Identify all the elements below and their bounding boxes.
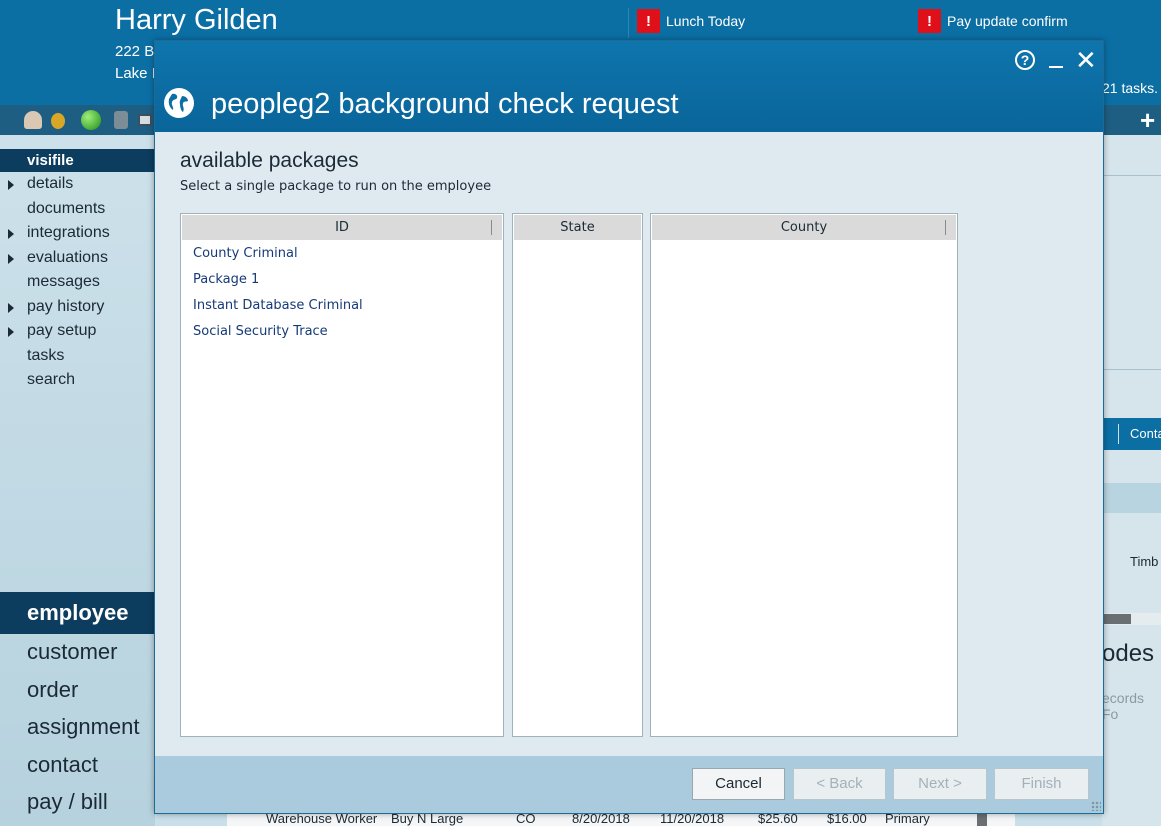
sidebar-item-search[interactable]: search bbox=[27, 369, 75, 391]
tab-contacts[interactable]: Conta bbox=[1130, 426, 1161, 441]
sidebar-item-documents[interactable]: documents bbox=[27, 198, 105, 220]
column-header-label: County bbox=[780, 220, 828, 235]
sidebar-item-pay-setup[interactable]: pay setup bbox=[8, 320, 97, 342]
alert-pay-update[interactable]: ! Pay update confirm bbox=[918, 9, 1068, 33]
scrollbar-thumb[interactable] bbox=[1102, 614, 1131, 624]
alert-divider bbox=[628, 8, 629, 38]
add-icon[interactable]: + bbox=[1140, 106, 1155, 134]
nav-order[interactable]: order bbox=[27, 675, 78, 705]
section-subheading: Select a single package to run on the em… bbox=[180, 179, 492, 194]
status-green-icon[interactable] bbox=[81, 110, 101, 130]
section-subtitle: ecords Fo bbox=[1102, 690, 1145, 722]
sidebar-item-label: pay setup bbox=[27, 322, 97, 339]
address-line-2: Lake I bbox=[115, 65, 156, 82]
caret-right-icon bbox=[8, 229, 14, 239]
sidebar-section-visifile[interactable]: visifile bbox=[0, 149, 155, 172]
sidebar-item-integrations[interactable]: integrations bbox=[8, 222, 110, 244]
sidebar-item-label: documents bbox=[27, 200, 106, 217]
column-separator bbox=[491, 220, 492, 235]
nav-customer[interactable]: customer bbox=[27, 637, 117, 667]
employee-name: Harry Gilden bbox=[115, 4, 278, 36]
id-card-icon[interactable] bbox=[138, 114, 152, 126]
state-list[interactable]: State bbox=[512, 213, 643, 737]
sidebar-item-details[interactable]: details bbox=[8, 173, 74, 195]
sidebar-item-tasks[interactable]: tasks bbox=[27, 345, 64, 367]
resize-grip-icon[interactable] bbox=[1091, 801, 1101, 811]
caret-right-icon bbox=[8, 180, 14, 190]
column-separator bbox=[945, 220, 946, 235]
divider bbox=[1102, 369, 1161, 370]
sidebar-item-evaluations[interactable]: evaluations bbox=[8, 247, 108, 269]
caret-right-icon bbox=[8, 254, 14, 264]
package-id-list[interactable]: ID County Criminal Package 1 Instant Dat… bbox=[180, 213, 504, 737]
person-icon[interactable] bbox=[24, 111, 42, 129]
next-button[interactable]: Next > bbox=[893, 768, 987, 800]
sidebar-item-messages[interactable]: messages bbox=[27, 271, 100, 293]
caret-right-icon bbox=[8, 327, 14, 337]
dialog-title: peopleg2 background check request bbox=[211, 88, 679, 120]
column-header-state[interactable]: State bbox=[514, 215, 641, 240]
dialog-header: ? ✕ peopleg2 background check request bbox=[155, 41, 1103, 132]
list-item-package[interactable]: Package 1 bbox=[193, 270, 259, 290]
nav-pay-bill[interactable]: pay / bill bbox=[27, 787, 108, 817]
sidebar-item-label: tasks bbox=[27, 347, 65, 364]
section-title: odes bbox=[1102, 640, 1155, 667]
background-check-dialog: ? ✕ peopleg2 background check request av… bbox=[154, 40, 1104, 814]
globe-icon bbox=[164, 88, 194, 118]
help-icon[interactable]: ? bbox=[1015, 50, 1035, 70]
county-list[interactable]: County bbox=[650, 213, 958, 737]
finish-button[interactable]: Finish bbox=[994, 768, 1089, 800]
sidebar-item-label: details bbox=[27, 175, 74, 192]
alert-label: Lunch Today bbox=[666, 13, 746, 29]
document-icon[interactable] bbox=[114, 111, 128, 129]
sidebar-item-label: messages bbox=[27, 273, 100, 290]
divider bbox=[1118, 424, 1119, 444]
nav-assignment[interactable]: assignment bbox=[27, 712, 140, 742]
sidebar-item-label: integrations bbox=[27, 224, 110, 241]
sidebar-item-label: pay history bbox=[27, 298, 105, 315]
caret-right-icon bbox=[8, 303, 14, 313]
divider bbox=[1102, 175, 1161, 176]
sidebar-item-pay-history[interactable]: pay history bbox=[8, 296, 105, 318]
nav-employee[interactable]: employee bbox=[0, 592, 155, 634]
field-value: Timb bbox=[1130, 554, 1159, 569]
exclamation-icon: ! bbox=[637, 9, 660, 33]
section-heading: available packages bbox=[180, 149, 359, 172]
list-item-package[interactable]: Instant Database Criminal bbox=[193, 296, 363, 316]
coin-icon[interactable] bbox=[51, 113, 65, 129]
back-button[interactable]: < Back bbox=[793, 768, 886, 800]
right-panel bbox=[1102, 135, 1161, 826]
column-header-id[interactable]: ID bbox=[182, 215, 502, 240]
alert-lunch-today[interactable]: ! Lunch Today bbox=[637, 9, 745, 33]
close-icon[interactable]: ✕ bbox=[1075, 47, 1097, 73]
list-item-package[interactable]: County Criminal bbox=[193, 244, 298, 264]
alert-label: Pay update confirm bbox=[947, 13, 1068, 29]
cancel-button[interactable]: Cancel bbox=[692, 768, 785, 800]
minimize-icon[interactable] bbox=[1049, 66, 1063, 68]
tasks-count[interactable]: 21 tasks. bbox=[1102, 80, 1158, 96]
column-header-label: ID bbox=[335, 220, 349, 235]
nav-contact[interactable]: contact bbox=[27, 750, 98, 780]
table-header bbox=[1102, 483, 1161, 513]
sidebar-item-label: evaluations bbox=[27, 249, 108, 266]
address-line-1: 222 B bbox=[115, 43, 155, 60]
column-header-county[interactable]: County bbox=[652, 215, 956, 240]
list-item-package[interactable]: Social Security Trace bbox=[193, 322, 328, 342]
dialog-footer: Cancel < Back Next > Finish bbox=[155, 756, 1103, 813]
sidebar-item-label: search bbox=[27, 371, 76, 388]
exclamation-icon: ! bbox=[918, 9, 941, 33]
